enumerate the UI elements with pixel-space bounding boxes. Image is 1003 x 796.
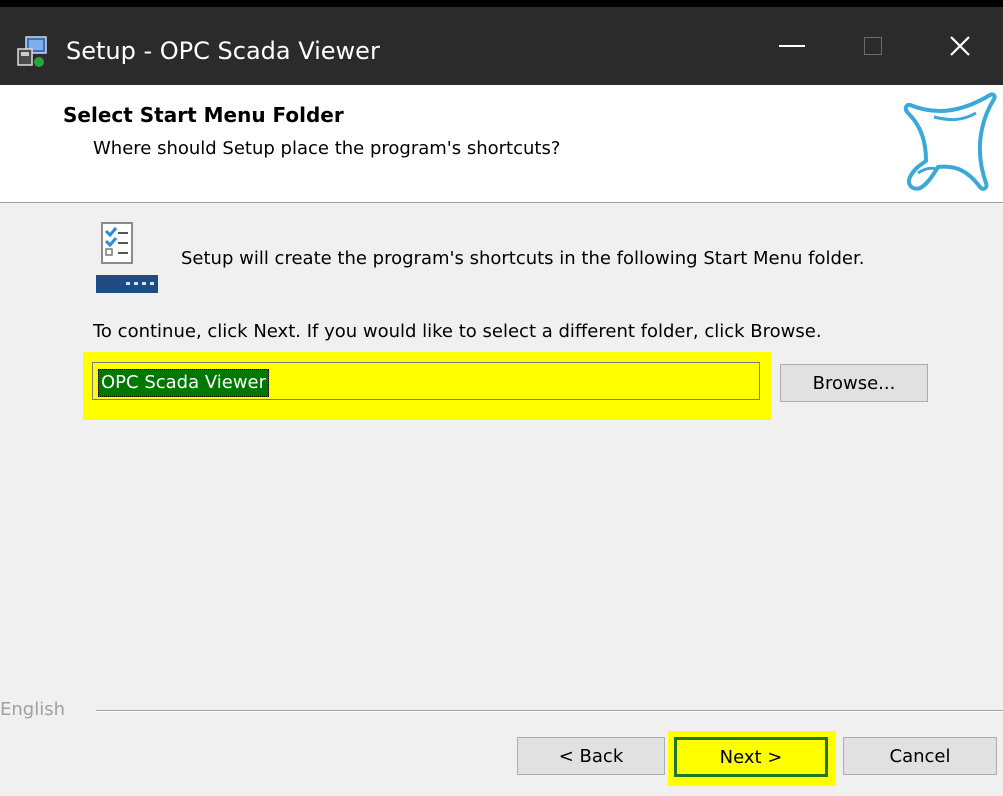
maximize-button[interactable] — [830, 7, 916, 85]
maximize-icon — [864, 37, 882, 55]
title-bar[interactable]: Setup - OPC Scada Viewer — [0, 7, 1003, 85]
close-button[interactable] — [917, 7, 1003, 85]
browse-button[interactable]: Browse... — [780, 364, 928, 402]
back-button[interactable]: < Back — [517, 737, 665, 775]
window-title: Setup - OPC Scada Viewer — [66, 37, 380, 65]
minimize-button[interactable] — [749, 7, 835, 85]
instruction-text: To continue, click Next. If you would li… — [93, 321, 822, 342]
page-subtitle: Where should Setup place the program's s… — [93, 138, 561, 159]
close-icon — [950, 36, 970, 56]
language-label: English — [0, 699, 65, 720]
installer-icon — [17, 36, 47, 67]
setup-window: Setup - OPC Scada Viewer Select Start Me… — [0, 7, 1003, 796]
cancel-button[interactable]: Cancel — [843, 737, 997, 775]
next-button[interactable]: Next > — [674, 737, 828, 777]
wizard-header: Select Start Menu Folder Where should Se… — [0, 85, 1003, 203]
minimize-icon — [779, 45, 805, 47]
propeller-logo-icon — [903, 92, 997, 191]
info-text: Setup will create the program's shortcut… — [181, 248, 865, 269]
footer-separator — [96, 710, 1003, 712]
page-title: Select Start Menu Folder — [63, 103, 344, 127]
start-menu-folder-icon — [96, 222, 158, 293]
folder-input-selection[interactable]: OPC Scada Viewer — [98, 369, 270, 397]
